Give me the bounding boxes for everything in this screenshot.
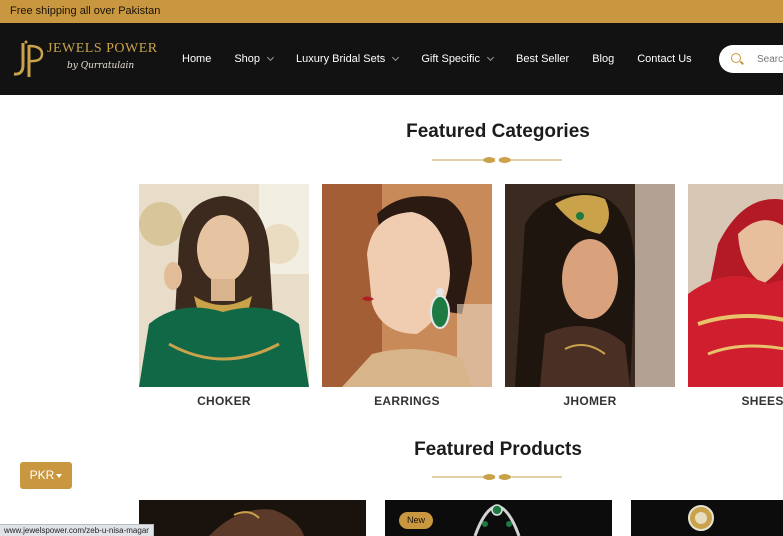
nav-contact-us[interactable]: Contact Us [637, 53, 691, 65]
product-card[interactable]: New [385, 500, 612, 536]
product-image[interactable] [139, 500, 366, 536]
featured-products-title: Featured Products [414, 439, 582, 460]
chevron-down-icon [392, 53, 400, 62]
nav-label: Home [182, 53, 212, 65]
category-card-sheesh-patti[interactable]: SHEESH P [688, 184, 783, 408]
category-card-choker[interactable]: CHOKER [139, 184, 309, 408]
brand-name: JEWELS POWER [47, 41, 158, 56]
browser-status-bar: www.jewelspower.com/zeb-u-nisa-magar [0, 524, 154, 536]
nav-best-seller[interactable]: Best Seller [516, 53, 569, 65]
category-label[interactable]: SHEESH P [688, 394, 783, 408]
search-icon[interactable] [731, 53, 741, 63]
category-image[interactable] [139, 184, 309, 387]
product-card[interactable] [139, 500, 366, 536]
page: Free shipping all over Pakistan JEWELS P… [0, 0, 783, 536]
site-header: JEWELS POWER by Qurratulain Home Shop Lu… [0, 23, 783, 95]
new-badge: New [399, 512, 434, 529]
search-input[interactable] [757, 50, 783, 68]
nav-label: Luxury Bridal Sets [296, 53, 386, 65]
caret-down-icon [56, 473, 63, 478]
chevron-down-icon [486, 53, 495, 62]
jp-monogram-icon [13, 40, 44, 77]
category-card-earrings[interactable]: EARRINGS [322, 184, 492, 408]
nav-gift-specific[interactable]: Gift Specific [421, 53, 495, 65]
nav-blog[interactable]: Blog [592, 53, 614, 65]
category-label[interactable]: EARRINGS [322, 394, 492, 408]
announcement-bar: Free shipping all over Pakistan [0, 0, 783, 23]
category-label[interactable]: CHOKER [139, 394, 309, 408]
category-card-jhomer[interactable]: JHOMER [505, 184, 675, 408]
nav-label: Blog [592, 53, 615, 65]
brand-logo[interactable]: JEWELS POWER by Qurratulain [9, 39, 159, 83]
category-image[interactable] [322, 184, 492, 387]
nav-shop[interactable]: Shop [234, 53, 275, 65]
main-nav: Home Shop Luxury Bridal Sets Gift Specif… [182, 53, 715, 65]
product-image[interactable] [631, 500, 783, 536]
chevron-down-icon [267, 53, 275, 62]
search-box[interactable] [719, 45, 783, 73]
nav-luxury-bridal-sets[interactable]: Luxury Bridal Sets [296, 53, 400, 65]
nav-label: Contact Us [637, 53, 692, 65]
category-label[interactable]: JHOMER [505, 394, 675, 408]
ornament-divider [432, 474, 562, 480]
brand-tagline: by Qurratulain [67, 61, 135, 71]
ornament-divider [432, 157, 562, 163]
featured-categories-title: Featured Categories [406, 121, 590, 142]
category-image[interactable] [505, 184, 675, 387]
nav-label: Best Seller [516, 53, 570, 65]
currency-label: PKR [29, 468, 55, 482]
currency-selector[interactable]: PKR [20, 462, 72, 489]
nav-home[interactable]: Home [182, 53, 211, 65]
nav-label: Gift Specific [421, 53, 480, 65]
status-url: www.jewelspower.com/zeb-u-nisa-magar [4, 526, 149, 535]
announcement-text: Free shipping all over Pakistan [10, 5, 161, 17]
product-card[interactable] [631, 500, 783, 536]
category-image[interactable] [688, 184, 783, 387]
nav-label: Shop [234, 53, 261, 65]
